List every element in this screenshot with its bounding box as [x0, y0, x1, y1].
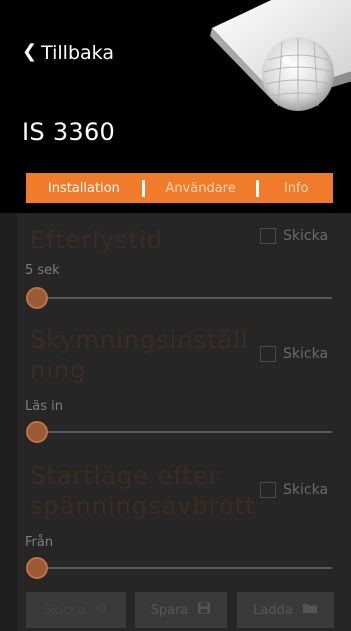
slider-track — [36, 431, 332, 433]
device-sensor-image — [206, 0, 351, 116]
slider-track — [36, 297, 332, 299]
back-button[interactable]: ❮ Tillbaka — [22, 42, 114, 64]
checkbox-label: Skicka — [283, 346, 329, 362]
startlage-slider[interactable] — [26, 556, 332, 580]
send-checkbox-skymning[interactable]: Skicka — [260, 346, 328, 362]
send-button[interactable]: Skicka — [26, 592, 126, 628]
save-label: Spara — [150, 602, 189, 618]
send-label: Skicka — [43, 602, 86, 618]
save-button[interactable]: Spara — [135, 592, 227, 628]
slider-thumb[interactable] — [26, 421, 48, 443]
tab-anvandare[interactable]: Användare — [145, 173, 257, 203]
checkbox[interactable] — [260, 228, 276, 244]
chevron-left-icon: ❮ — [22, 41, 38, 62]
back-label: Tillbaka — [41, 42, 114, 64]
value-label: 5 sek — [25, 263, 60, 278]
value-label: Från — [25, 535, 54, 550]
settings-panel: Efterlystid Skicka 5 sek Skymningsinstäl… — [17, 213, 351, 631]
section-title-startlage: Startläge efter spänningsavbrott — [30, 462, 256, 520]
send-checkbox-efterlystid[interactable]: Skicka — [260, 228, 328, 244]
skymning-slider[interactable] — [26, 420, 332, 444]
floppy-disk-icon — [197, 601, 211, 619]
tab-info[interactable]: Info — [259, 173, 333, 203]
wifi-signal-icon — [94, 601, 108, 619]
send-checkbox-startlage[interactable]: Skicka — [260, 482, 328, 498]
efterlystid-slider[interactable] — [26, 286, 332, 310]
load-button[interactable]: Ladda — [237, 592, 334, 628]
slider-thumb[interactable] — [26, 557, 48, 579]
load-label: Ladda — [253, 602, 293, 618]
checkbox[interactable] — [260, 482, 276, 498]
app-header: ❮ Tillbaka IS 3360 Installation Användar… — [0, 0, 351, 213]
value-label: Läs in — [25, 399, 63, 414]
tab-installation[interactable]: Installation — [26, 173, 142, 203]
folder-icon — [302, 601, 318, 619]
section-title-efterlystid: Efterlystid — [30, 226, 163, 254]
checkbox[interactable] — [260, 346, 276, 362]
page-title: IS 3360 — [22, 118, 116, 146]
slider-thumb[interactable] — [26, 287, 48, 309]
checkbox-label: Skicka — [283, 482, 329, 498]
tab-bar: Installation Användare Info — [26, 173, 333, 203]
checkbox-label: Skicka — [283, 228, 329, 244]
section-title-skymning: Skymningsinställ ning — [30, 326, 249, 384]
slider-track — [36, 567, 332, 569]
